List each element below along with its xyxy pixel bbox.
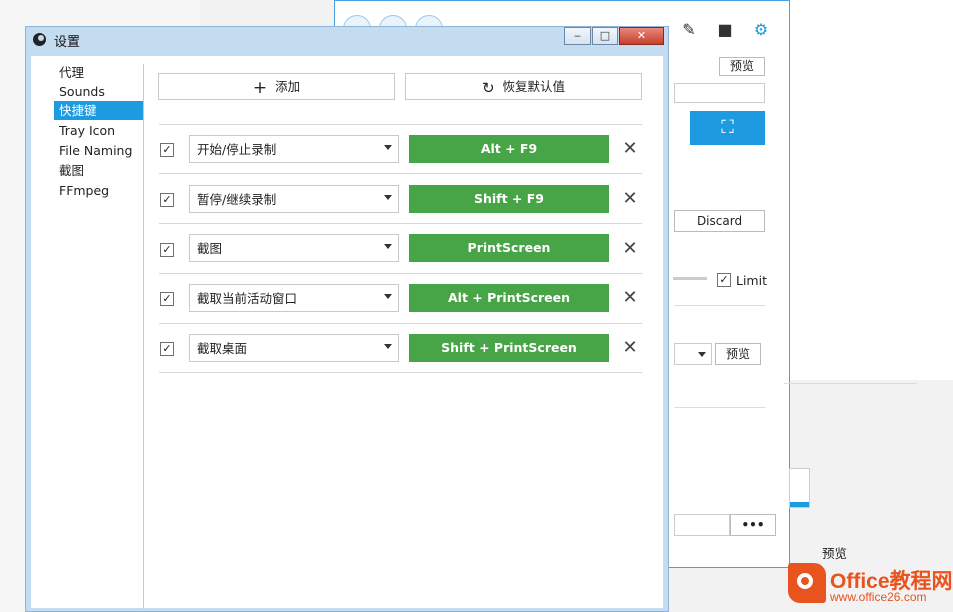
refresh-icon: ↻ (481, 79, 495, 97)
add-button-label: 添加 (275, 79, 301, 94)
hotkey-key-button[interactable]: Shift + PrintScreen (409, 334, 609, 362)
hotkey-enabled-checkbox[interactable]: ✓ (160, 193, 174, 207)
hotkey-action-dropdown[interactable]: 开始/停止录制 (189, 135, 399, 163)
path-input[interactable] (674, 514, 730, 536)
text-input[interactable] (674, 83, 765, 103)
hotkey-action-label: 截取桌面 (197, 341, 248, 356)
add-button[interactable]: + 添加 (158, 73, 395, 100)
close-icon: ✕ (622, 188, 638, 209)
close-icon: ✕ (636, 29, 647, 42)
chevron-down-icon (384, 195, 392, 200)
divider (159, 223, 642, 224)
sidebar-divider (143, 64, 144, 609)
sidebar-item-proxy[interactable]: 代理 (54, 63, 144, 82)
divider (159, 173, 642, 174)
close-icon: ✕ (622, 287, 638, 308)
hotkey-action-label: 截图 (197, 241, 223, 256)
limit-label: Limit (736, 273, 767, 288)
title-bar[interactable]: 设置 ‒ □ ✕ (26, 27, 668, 51)
hotkey-key-button[interactable]: PrintScreen (409, 234, 609, 262)
hotkey-action-dropdown[interactable]: 截取当前活动窗口 (189, 284, 399, 312)
thumbnail (789, 468, 810, 508)
close-icon: ✕ (622, 138, 638, 159)
remove-hotkey-button[interactable]: ✕ (621, 289, 639, 307)
reset-button-label: 恢复默认值 (502, 79, 566, 94)
brush-icon[interactable]: ✎ (678, 19, 700, 41)
fullscreen-button[interactable]: ⛶ (690, 111, 765, 145)
more-button[interactable]: ••• (730, 514, 776, 536)
hotkey-action-label: 截取当前活动窗口 (197, 291, 298, 306)
hotkey-action-label: 开始/停止录制 (197, 142, 277, 157)
gear-icon[interactable]: ⚙ (750, 19, 772, 41)
hotkey-enabled-checkbox[interactable]: ✓ (160, 292, 174, 306)
close-icon: ✕ (622, 238, 638, 259)
chevron-down-icon (384, 294, 392, 299)
maximize-icon: □ (599, 29, 611, 42)
sidebar-item-hotkeys[interactable]: 快捷键 (54, 101, 144, 120)
divider (784, 383, 917, 384)
watermark-url: www.office26.com (830, 590, 927, 604)
office-logo-icon (788, 563, 826, 603)
fullscreen-icon: ⛶ (721, 117, 734, 138)
folder-icon[interactable]: ■ (714, 19, 736, 41)
chevron-down-icon (384, 344, 392, 349)
remove-hotkey-button[interactable]: ✕ (621, 190, 639, 208)
plus-icon: + (252, 78, 268, 98)
remove-hotkey-button[interactable]: ✕ (621, 140, 639, 158)
sidebar-item-ffmpeg[interactable]: FFmpeg (54, 181, 144, 200)
dropdown[interactable] (674, 343, 712, 365)
chevron-down-icon (698, 352, 706, 357)
chevron-down-icon (384, 244, 392, 249)
preview-button[interactable]: 预览 (719, 57, 765, 76)
hotkey-key-button[interactable]: Alt + PrintScreen (409, 284, 609, 312)
minimize-icon: ‒ (574, 29, 581, 42)
hotkey-enabled-checkbox[interactable]: ✓ (160, 342, 174, 356)
discard-button[interactable]: Discard (674, 210, 765, 232)
close-button[interactable]: ✕ (619, 27, 664, 45)
divider (674, 407, 765, 408)
divider (159, 273, 642, 274)
sidebar-item-sounds[interactable]: Sounds (54, 82, 144, 101)
dialog-content: 代理 Sounds 快捷键 Tray Icon File Naming 截图 F… (31, 56, 663, 609)
divider (159, 323, 642, 324)
sidebar-item-file-naming[interactable]: File Naming (54, 141, 144, 160)
divider (159, 372, 642, 373)
sidebar-item-screenshot[interactable]: 截图 (54, 161, 144, 180)
maximize-button[interactable]: □ (592, 27, 618, 45)
hotkey-action-label: 暂停/继续录制 (197, 192, 277, 207)
reset-defaults-button[interactable]: ↻ 恢复默认值 (405, 73, 642, 100)
sidebar-item-tray-icon[interactable]: Tray Icon (54, 121, 144, 140)
close-icon: ✕ (622, 337, 638, 358)
divider (674, 305, 765, 306)
chevron-down-icon (384, 145, 392, 150)
slider-track[interactable] (673, 277, 707, 280)
divider (159, 124, 642, 125)
hotkey-action-dropdown[interactable]: 截取桌面 (189, 334, 399, 362)
dialog-title: 设置 (54, 35, 81, 50)
limit-checkbox[interactable]: ✓ (717, 273, 731, 287)
settings-dialog: 设置 ‒ □ ✕ 代理 Sounds 快捷键 Tray Icon File Na… (25, 26, 669, 612)
minimize-button[interactable]: ‒ (564, 27, 591, 45)
preview-button[interactable]: 预览 (715, 343, 761, 365)
hotkey-enabled-checkbox[interactable]: ✓ (160, 143, 174, 157)
hotkey-action-dropdown[interactable]: 截图 (189, 234, 399, 262)
hotkey-key-button[interactable]: Alt + F9 (409, 135, 609, 163)
remove-hotkey-button[interactable]: ✕ (621, 240, 639, 258)
hotkey-action-dropdown[interactable]: 暂停/继续录制 (189, 185, 399, 213)
preview-label: 预览 (822, 546, 848, 561)
hotkey-enabled-checkbox[interactable]: ✓ (160, 243, 174, 257)
remove-hotkey-button[interactable]: ✕ (621, 339, 639, 357)
app-icon (33, 33, 46, 46)
hotkey-key-button[interactable]: Shift + F9 (409, 185, 609, 213)
background-panel (784, 0, 953, 380)
